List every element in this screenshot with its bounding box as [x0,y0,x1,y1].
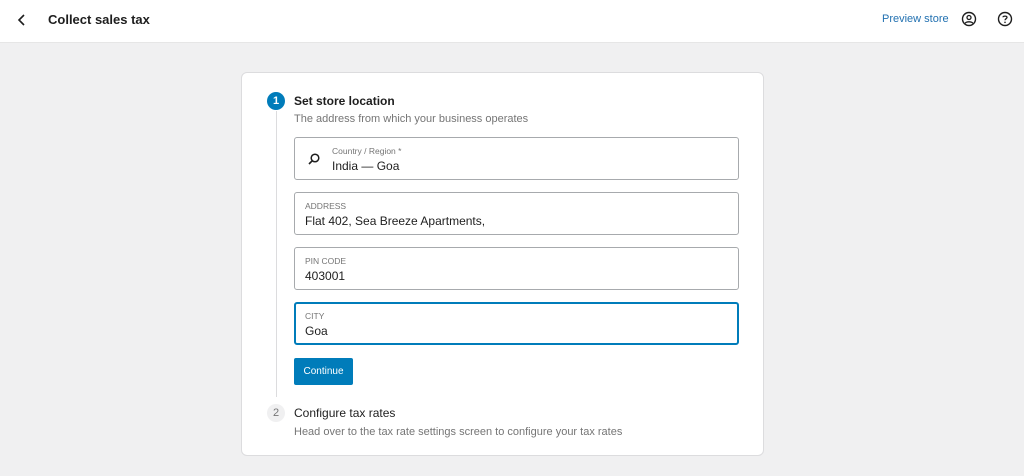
pin-code-label: PIN CODE [305,256,347,266]
step-1-description: The address from which your business ope… [294,113,529,125]
pin-code-value: 403001 [305,269,346,283]
address-label: ADDRESS [305,201,347,211]
help-circle-icon [997,11,1013,27]
address-field[interactable]: ADDRESS Flat 402, Sea Breeze Apartments, [294,192,739,235]
back-button[interactable] [12,10,32,30]
step-1-indicator: 1 [267,92,285,110]
continue-button[interactable]: Continue [294,358,353,385]
user-circle-icon [961,11,977,27]
country-region-field[interactable]: Country / Region * India — Goa [294,137,739,180]
city-value: Goa [305,324,328,338]
city-field[interactable]: CITY Goa [294,302,739,345]
step-2-title: Configure tax rates [294,406,396,420]
step-1-title: Set store location [294,94,395,108]
preview-store-link[interactable]: Preview store [882,13,949,25]
page-title: Collect sales tax [48,12,150,27]
step-2-indicator: 2 [267,404,285,422]
step-2-description: Head over to the tax rate settings scree… [294,426,623,438]
pin-code-field[interactable]: PIN CODE 403001 [294,247,739,290]
search-icon [308,153,320,165]
address-value: Flat 402, Sea Breeze Apartments, [305,214,486,228]
top-bar: Collect sales tax Preview store [0,0,1024,43]
help-button[interactable] [996,10,1014,28]
country-region-value: India — Goa [332,159,400,173]
stepper-connector [276,111,277,397]
country-region-label: Country / Region * [332,146,402,156]
chevron-left-icon [17,14,25,26]
account-button[interactable] [960,10,978,28]
city-label: CITY [305,311,325,321]
